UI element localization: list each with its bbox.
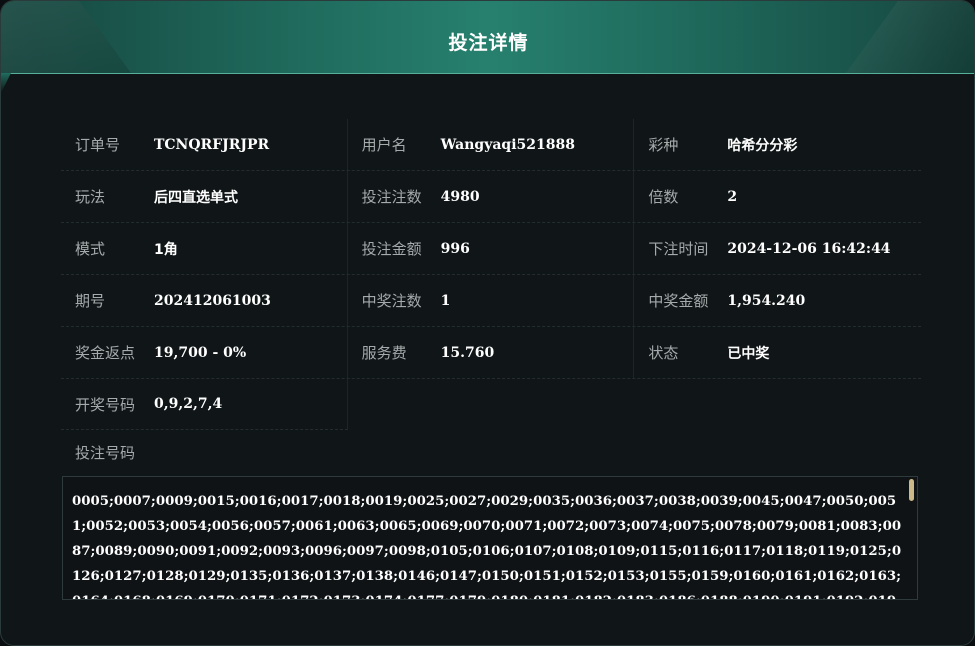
field-value: 2024-12-06 16:42:44 — [727, 240, 891, 257]
field-value: 4980 — [440, 188, 480, 205]
field-label: 玩法 — [75, 188, 106, 206]
field-label: 订单号 — [75, 136, 121, 154]
detail-row: 玩法 后四直选单式 投注注数 4980 倍数 2 — [61, 171, 921, 223]
field-value: 1 — [440, 292, 451, 309]
detail-row: 订单号 TCNQRFJRJPR 用户名 Wangyaqi521888 彩种 哈希… — [61, 119, 921, 171]
detail-row: 模式 1角 投注金额 996 下注时间 2024-12-06 16:42:44 — [61, 223, 921, 275]
field-lottery-type: 彩种 哈希分分彩 — [634, 119, 921, 170]
field-label: 投注注数 — [361, 188, 422, 206]
field-value: 19,700 - 0% — [154, 344, 247, 361]
field-rebate: 奖金返点 19,700 - 0% — [61, 327, 348, 378]
scrollbar-thumb[interactable] — [909, 479, 914, 501]
field-draw-number: 开奖号码 0,9,2,7,4 — [61, 379, 348, 430]
field-bet-time: 下注时间 2024-12-06 16:42:44 — [634, 223, 921, 274]
detail-row: 期号 202412061003 中奖注数 1 中奖金额 1,954.240 — [61, 275, 921, 327]
field-value: 后四直选单式 — [154, 189, 238, 206]
field-label: 倍数 — [648, 188, 679, 206]
dialog-header: 投注详情 — [1, 1, 974, 74]
field-label: 用户名 — [361, 136, 407, 154]
detail-row: 奖金返点 19,700 - 0% 服务费 15.760 状态 已中奖 — [61, 327, 921, 379]
field-multiplier: 倍数 2 — [634, 171, 921, 222]
field-value: TCNQRFJRJPR — [154, 136, 270, 153]
field-label: 投注金额 — [361, 240, 422, 258]
field-win-count: 中奖注数 1 — [348, 275, 635, 326]
bet-numbers-box[interactable]: 0005;0007;0009;0015;0016;0017;0018;0019;… — [62, 476, 918, 600]
bet-detail-dialog: 投注详情 订单号 TCNQRFJRJPR 用户名 Wangyaqi521888 … — [0, 0, 975, 646]
field-label: 彩种 — [648, 136, 679, 154]
field-mode: 模式 1角 — [61, 223, 348, 274]
field-order-number: 订单号 TCNQRFJRJPR — [61, 119, 348, 170]
field-label: 中奖金额 — [648, 292, 709, 310]
field-service-fee: 服务费 15.760 — [348, 327, 635, 378]
status-badge: 已中奖 — [727, 345, 770, 362]
field-label: 模式 — [75, 240, 106, 258]
field-issue-number: 期号 202412061003 — [61, 275, 348, 326]
detail-grid: 订单号 TCNQRFJRJPR 用户名 Wangyaqi521888 彩种 哈希… — [61, 119, 921, 430]
field-username: 用户名 Wangyaqi521888 — [348, 119, 635, 170]
empty-cell — [634, 379, 921, 430]
field-value: 2 — [727, 188, 738, 205]
field-value: 202412061003 — [154, 292, 271, 309]
bet-numbers-text: 0005;0007;0009;0015;0016;0017;0018;0019;… — [72, 494, 902, 599]
dialog-title: 投注详情 — [448, 32, 529, 54]
bet-numbers-scrollbar[interactable] — [909, 479, 915, 597]
side-decoration — [1, 73, 11, 93]
field-label: 奖金返点 — [75, 344, 136, 362]
field-win-amount: 中奖金额 1,954.240 — [634, 275, 921, 326]
detail-row: 开奖号码 0,9,2,7,4 — [61, 379, 921, 430]
field-label: 下注时间 — [648, 240, 709, 258]
field-label: 开奖号码 — [75, 395, 136, 414]
field-value: 1角 — [154, 241, 178, 258]
field-value: 1,954.240 — [727, 292, 806, 309]
field-play-method: 玩法 后四直选单式 — [61, 171, 348, 222]
field-value: 哈希分分彩 — [727, 137, 798, 154]
field-status: 状态 已中奖 — [634, 327, 921, 378]
field-value: Wangyaqi521888 — [440, 136, 575, 153]
field-label: 状态 — [648, 344, 679, 362]
field-label: 中奖注数 — [361, 292, 422, 310]
empty-cell — [348, 379, 635, 430]
bet-numbers-label: 投注号码 — [75, 444, 136, 462]
field-bet-count: 投注注数 4980 — [348, 171, 635, 222]
field-label: 期号 — [75, 292, 106, 310]
field-value: 15.760 — [440, 344, 495, 361]
field-bet-amount: 投注金额 996 — [348, 223, 635, 274]
field-value: 0,9,2,7,4 — [154, 396, 223, 412]
field-label: 服务费 — [361, 344, 407, 362]
field-value: 996 — [440, 240, 470, 257]
